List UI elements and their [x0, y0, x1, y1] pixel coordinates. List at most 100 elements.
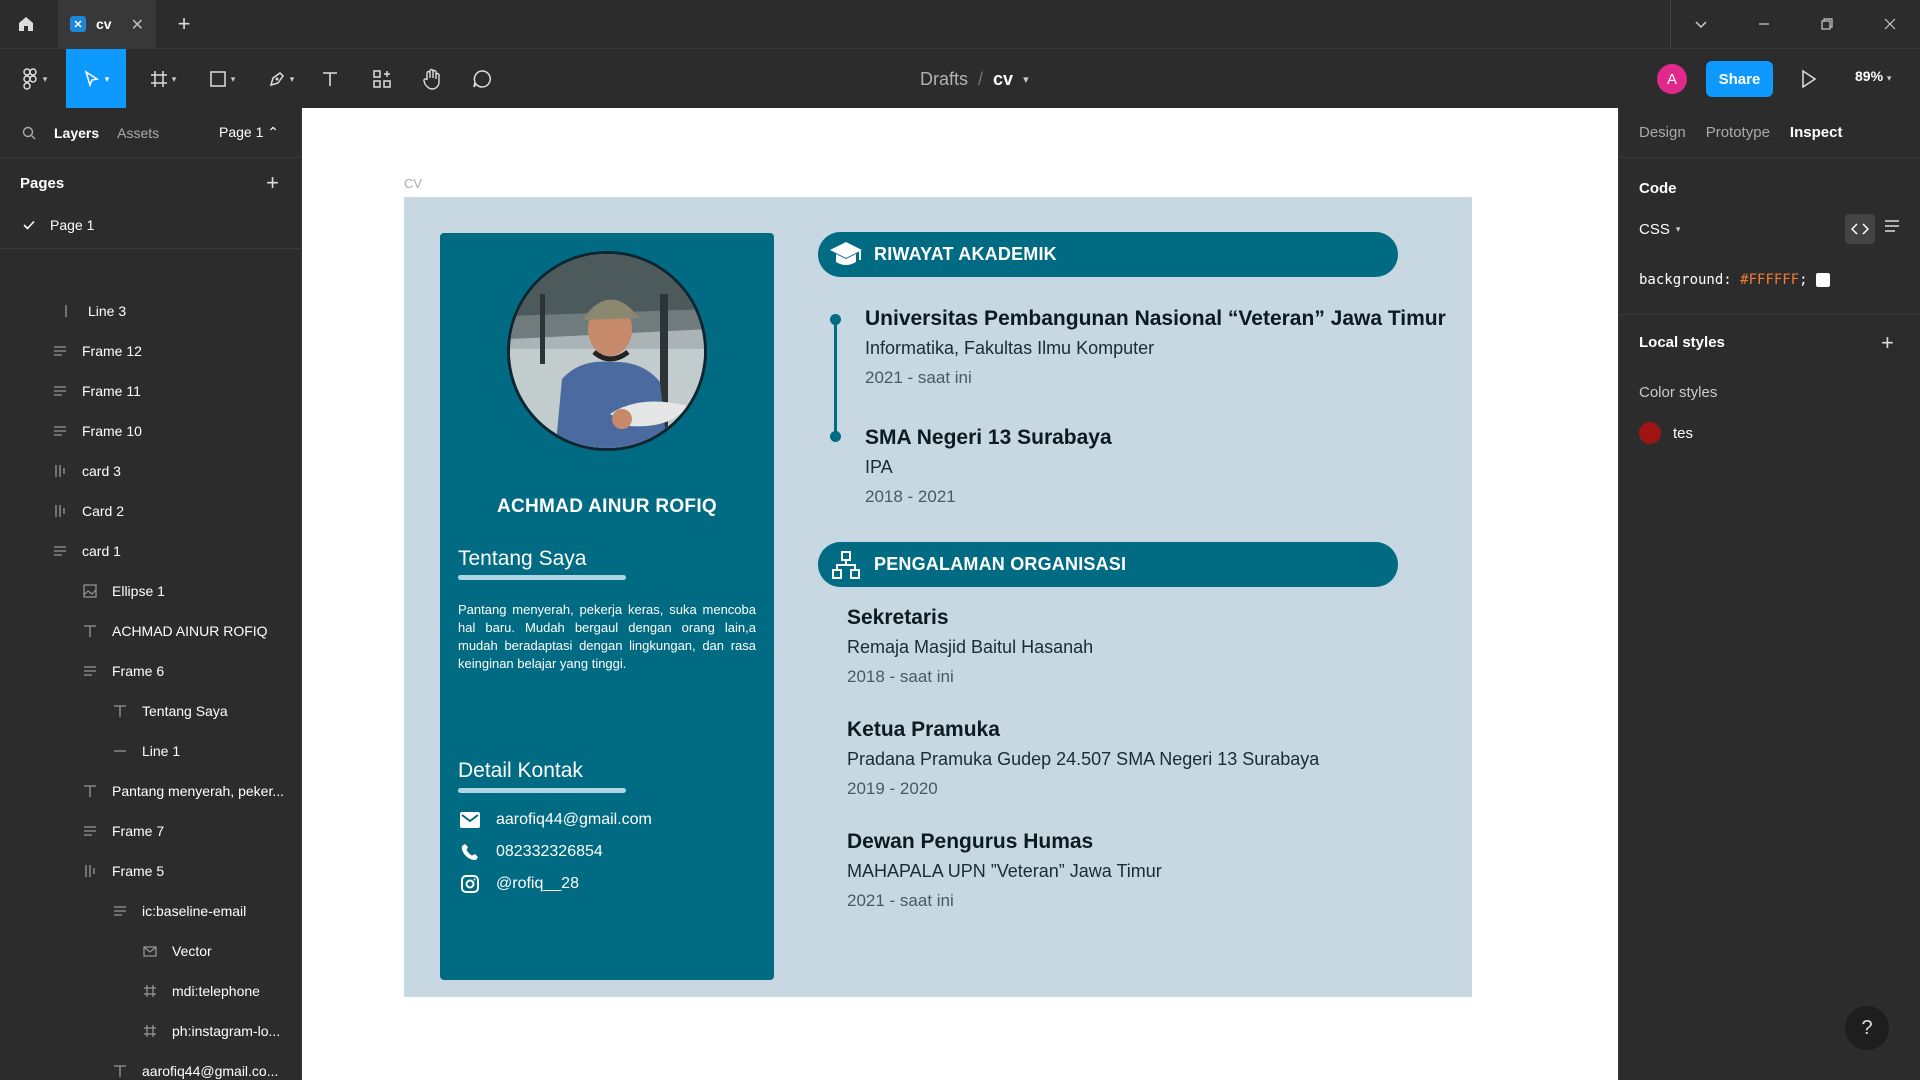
layer-label: card 3 — [82, 463, 121, 479]
avatar[interactable]: A — [1657, 64, 1687, 94]
text-tool-button[interactable] — [314, 49, 346, 109]
hand-tool-button[interactable] — [416, 49, 448, 109]
organization-subtitle[interactable]: Pradana Pramuka Gudep 24.507 SMA Negeri … — [847, 749, 1319, 770]
education-title[interactable]: SMA Negeri 13 Surabaya — [865, 426, 1112, 450]
checkmark-icon — [23, 220, 35, 230]
profile-card[interactable]: ACHMAD AINUR ROFIQ Tentang Saya Pantang … — [440, 233, 774, 980]
profile-photo[interactable] — [507, 251, 707, 451]
layer-item[interactable]: Frame 11 — [0, 371, 301, 411]
organization-title[interactable]: Ketua Pramuka — [847, 718, 1000, 742]
close-window-icon[interactable] — [1878, 12, 1902, 36]
organization-date[interactable]: 2018 - saat ini — [847, 667, 954, 687]
frame-label[interactable]: CV — [404, 176, 422, 191]
layer-item[interactable]: card 1 — [0, 531, 301, 571]
resources-tool-button[interactable] — [366, 49, 398, 109]
local-styles-header: Local styles — [1639, 334, 1725, 351]
education-subtitle[interactable]: IPA — [865, 457, 893, 478]
layer-item[interactable]: ACHMAD AINUR ROFIQ — [0, 611, 301, 651]
layer-item[interactable]: Card 2 — [0, 491, 301, 531]
page-item[interactable]: Page 1 — [0, 208, 301, 242]
pen-tool-button[interactable]: ▾ — [256, 49, 306, 109]
layer-item[interactable]: Frame 5 — [0, 851, 301, 891]
layer-item[interactable]: mdi:telephone — [0, 971, 301, 1011]
organization-header[interactable]: PENGALAMAN ORGANISASI — [818, 542, 1398, 587]
minimize-icon[interactable] — [1752, 12, 1776, 36]
timeline-dot[interactable] — [830, 431, 841, 442]
organization-date[interactable]: 2021 - saat ini — [847, 891, 954, 911]
organization-title[interactable]: Dewan Pengurus Humas — [847, 830, 1093, 854]
page-selector[interactable]: Page 1 ⌃ — [219, 124, 279, 141]
layer-item[interactable]: Line 1 — [0, 731, 301, 771]
color-styles-label: Color styles — [1639, 384, 1718, 401]
contact-title[interactable]: Detail Kontak — [458, 759, 583, 783]
chevron-down-icon[interactable]: ▾ — [1023, 73, 1029, 86]
organization-date[interactable]: 2019 - 2020 — [847, 779, 938, 799]
tab-design[interactable]: Design — [1639, 124, 1686, 141]
about-title[interactable]: Tentang Saya — [458, 547, 586, 571]
file-tab[interactable]: cv ✕ — [58, 0, 156, 48]
about-underline[interactable] — [458, 575, 626, 580]
layer-item[interactable]: card 3 — [0, 451, 301, 491]
layer-item[interactable]: Frame 7 — [0, 811, 301, 851]
about-text[interactable]: Pantang menyerah, pekerja keras, suka me… — [458, 601, 756, 673]
layer-item[interactable]: Frame 10 — [0, 411, 301, 451]
new-tab-button[interactable]: + — [168, 8, 200, 40]
layer-item[interactable]: ic:baseline-email — [0, 891, 301, 931]
tab-assets[interactable]: Assets — [117, 125, 159, 141]
close-tab-icon[interactable]: ✕ — [131, 15, 144, 35]
present-button[interactable] — [1796, 67, 1820, 91]
contact-instagram[interactable]: @rofiq__28 — [458, 871, 579, 897]
organization-subtitle[interactable]: Remaja Masjid Baitul Hasanah — [847, 637, 1093, 658]
contact-phone[interactable]: 082332326854 — [458, 839, 603, 865]
breadcrumb-drafts[interactable]: Drafts — [920, 69, 968, 90]
layer-item[interactable]: Frame 6 — [0, 651, 301, 691]
comment-tool-button[interactable] — [466, 49, 498, 109]
add-page-button[interactable]: + — [266, 170, 279, 196]
canvas[interactable]: CV ACHMAD AINUR ROFIQ Tentang Saya Panta… — [302, 108, 1618, 1080]
layer-item[interactable]: Line 3 — [0, 291, 301, 331]
main-menu-button[interactable]: ▾ — [10, 49, 60, 109]
contact-email[interactable]: aarofiq44@gmail.com — [458, 807, 652, 833]
search-icon[interactable] — [22, 126, 36, 140]
organization-subtitle[interactable]: MAHAPALA UPN ”Veteran” Jawa Timur — [847, 861, 1162, 882]
chevron-down-icon[interactable] — [1689, 12, 1713, 36]
layer-item[interactable]: Ellipse 1 — [0, 571, 301, 611]
shape-tool-button[interactable]: ▾ — [197, 49, 247, 109]
tab-layers[interactable]: Layers — [54, 125, 99, 141]
code-language-dropdown[interactable]: CSS ▾ — [1639, 221, 1680, 238]
color-style-item[interactable]: tes — [1639, 422, 1693, 444]
add-style-button[interactable]: + — [1881, 330, 1894, 356]
home-button[interactable] — [0, 0, 52, 48]
css-code-line[interactable]: background: #FFFFFF; — [1639, 272, 1830, 288]
contact-underline[interactable] — [458, 788, 626, 793]
layer-item[interactable]: Tentang Saya — [0, 691, 301, 731]
share-button[interactable]: Share — [1706, 61, 1773, 97]
move-tool-button[interactable]: ▾ — [66, 49, 126, 109]
profile-name[interactable]: ACHMAD AINUR ROFIQ — [440, 496, 774, 518]
tab-prototype[interactable]: Prototype — [1706, 124, 1770, 141]
list-view-button[interactable] — [1883, 218, 1907, 242]
layer-item[interactable]: ph:instagram-lo... — [0, 1011, 301, 1051]
restore-icon[interactable] — [1815, 12, 1839, 36]
layer-label: Frame 6 — [112, 663, 165, 679]
academic-header[interactable]: RIWAYAT AKADEMIK — [818, 232, 1398, 277]
layer-item[interactable]: Frame 12 — [0, 331, 301, 371]
tab-inspect[interactable]: Inspect — [1790, 124, 1843, 141]
education-date[interactable]: 2018 - 2021 — [865, 487, 956, 507]
education-date[interactable]: 2021 - saat ini — [865, 368, 972, 388]
instagram-icon — [458, 872, 482, 896]
timeline-line[interactable] — [834, 321, 837, 434]
education-title[interactable]: Universitas Pembangunan Nasional “Vetera… — [865, 307, 1446, 331]
layer-item[interactable]: Vector — [0, 931, 301, 971]
layer-item[interactable]: aarofiq44@gmail.co... — [0, 1051, 301, 1080]
organization-title[interactable]: Sekretaris — [847, 606, 949, 630]
code-view-button[interactable] — [1845, 214, 1875, 244]
frame-tool-button[interactable]: ▾ — [138, 49, 188, 109]
layer-item[interactable]: Pantang menyerah, peker... — [0, 771, 301, 811]
color-style-name: tes — [1673, 424, 1694, 442]
help-button[interactable]: ? — [1845, 1006, 1889, 1050]
file-name[interactable]: cv — [993, 69, 1013, 90]
education-subtitle[interactable]: Informatika, Fakultas Ilmu Komputer — [865, 338, 1154, 359]
cv-frame[interactable]: ACHMAD AINUR ROFIQ Tentang Saya Pantang … — [404, 197, 1472, 997]
zoom-dropdown[interactable]: 89% ▾ — [1855, 68, 1891, 84]
